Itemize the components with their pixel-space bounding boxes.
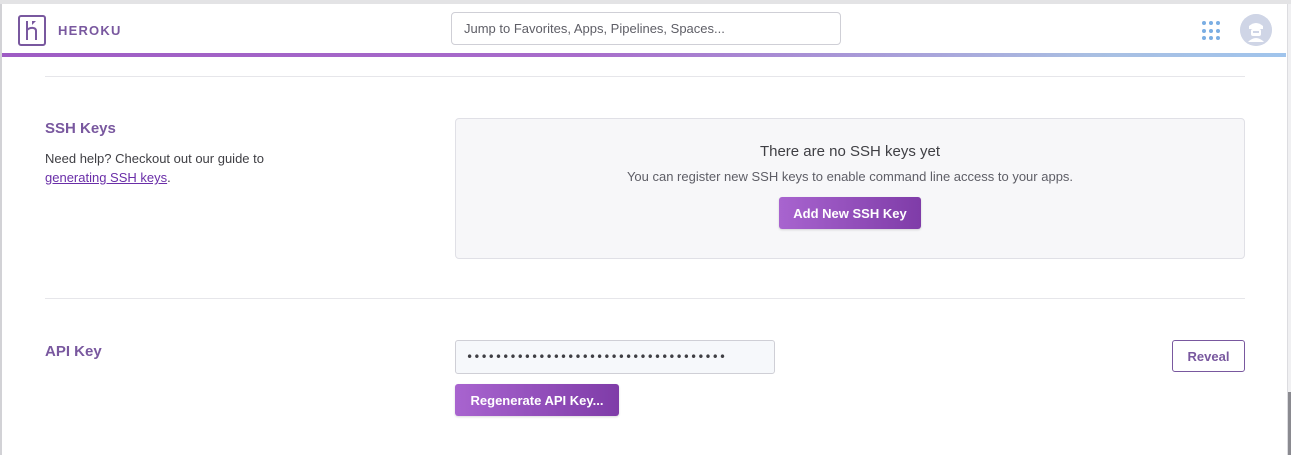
reveal-api-key-button[interactable]: Reveal xyxy=(1172,340,1245,372)
grid-dot xyxy=(1202,36,1206,41)
heroku-logo-link[interactable]: HEROKU xyxy=(18,15,122,46)
ssh-help-prefix: Need help? Checkout out our guide to xyxy=(45,151,264,166)
grid-icon[interactable] xyxy=(1202,21,1222,41)
ssh-help-text: Need help? Checkout out our guide to gen… xyxy=(45,149,345,187)
grid-dot xyxy=(1216,21,1220,25)
section-divider xyxy=(45,298,1245,299)
ssh-empty-description: You can register new SSH keys to enable … xyxy=(626,169,1074,184)
scrollbar-track[interactable] xyxy=(1287,4,1291,455)
heroku-logo-icon xyxy=(18,15,46,46)
api-key-heading: API Key xyxy=(45,343,102,360)
ssh-keys-empty-panel: There are no SSH keys yet You can regist… xyxy=(455,118,1245,259)
generating-ssh-keys-link[interactable]: generating SSH keys xyxy=(45,170,167,185)
search-input[interactable] xyxy=(451,12,841,45)
top-navbar: HEROKU xyxy=(2,4,1286,55)
grid-dot xyxy=(1202,21,1206,25)
ssh-keys-heading: SSH Keys xyxy=(45,120,116,137)
grid-dot xyxy=(1209,21,1213,25)
brand-name: HEROKU xyxy=(58,23,122,38)
regenerate-api-key-button[interactable]: Regenerate API Key... xyxy=(455,384,619,416)
section-divider xyxy=(45,76,1245,77)
grid-dot xyxy=(1216,28,1220,33)
api-key-field[interactable]: •••••••••••••••••••••••••••••••••••• xyxy=(455,340,775,374)
navbar-gradient-bar xyxy=(2,53,1286,57)
ssh-empty-title: There are no SSH keys yet xyxy=(759,143,941,160)
add-ssh-key-button[interactable]: Add New SSH Key xyxy=(779,197,921,229)
user-avatar-icon[interactable] xyxy=(1240,14,1272,46)
grid-dot xyxy=(1216,36,1220,41)
ssh-help-suffix: . xyxy=(167,170,171,185)
grid-dot xyxy=(1209,28,1213,33)
grid-dot xyxy=(1202,28,1206,33)
window-frame-left xyxy=(0,4,2,455)
grid-dot xyxy=(1209,36,1213,41)
